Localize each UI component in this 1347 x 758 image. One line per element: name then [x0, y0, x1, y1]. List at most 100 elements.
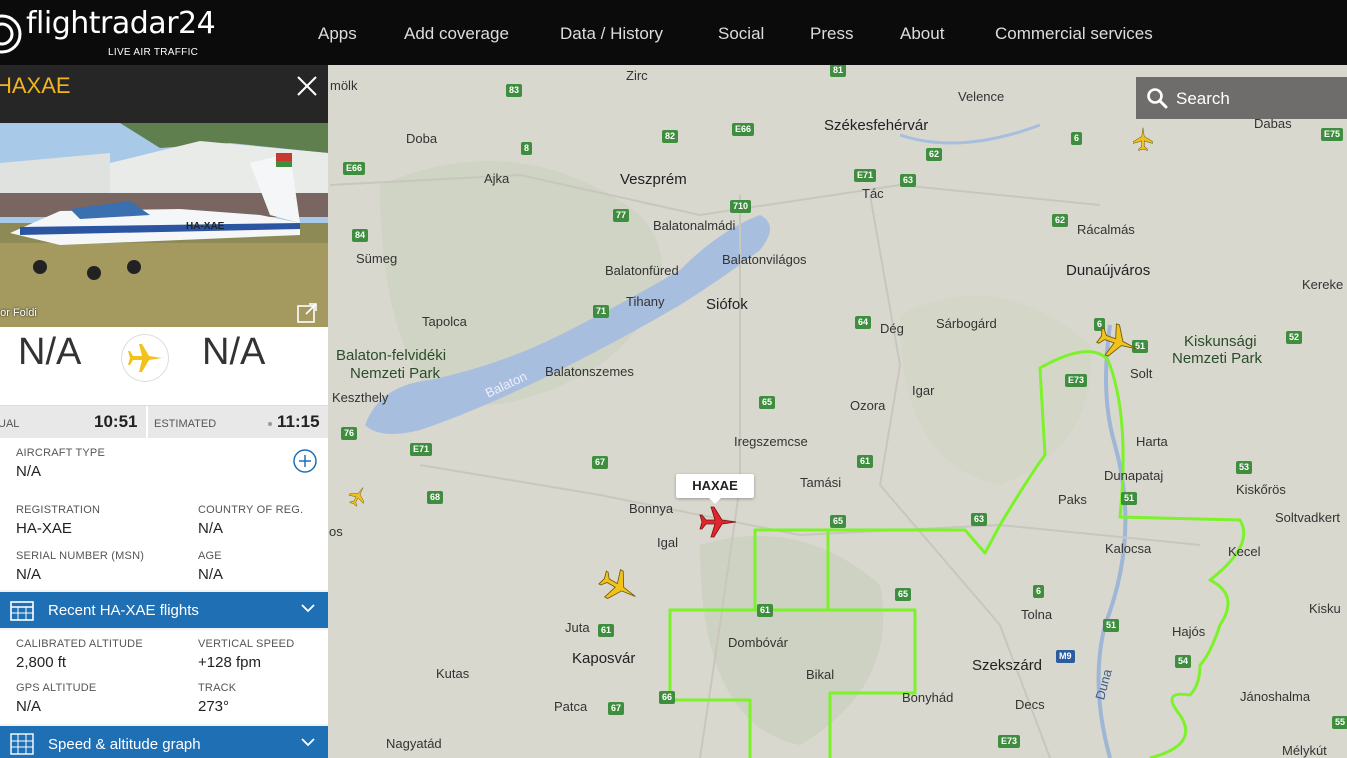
road-shield: 67 — [592, 456, 609, 469]
calibrated-altitude-label: CALIBRATED ALTITUDE — [16, 638, 143, 650]
town-label: Rácalmás — [1077, 222, 1135, 237]
aircraft-icon[interactable] — [347, 485, 369, 507]
town-label: Siófok — [706, 296, 748, 313]
road-shield: E66 — [732, 123, 755, 136]
aircraft-photo[interactable]: HA-XAE — [0, 123, 328, 327]
park-label: Nemzeti Park — [350, 365, 441, 382]
expand-photo-icon[interactable] — [296, 302, 318, 324]
town-label: Tác — [862, 186, 884, 201]
town-label: Sárbogárd — [936, 316, 997, 331]
town-label: Hajós — [1172, 624, 1206, 639]
road-shield: 82 — [662, 130, 679, 143]
town-label: Mélykút — [1282, 743, 1327, 758]
road-shield: 84 — [352, 229, 369, 242]
road-shield: 68 — [427, 491, 444, 504]
brand-name: flightradar24 — [26, 6, 216, 41]
road-shield: 67 — [608, 702, 625, 715]
aircraft-type-label: AIRCRAFT TYPE — [16, 447, 105, 459]
registration-value: HA-XAE — [16, 520, 72, 537]
town-label: Kecel — [1228, 544, 1261, 559]
town-label: Bikal — [806, 667, 835, 682]
road-shield: 65 — [759, 396, 776, 409]
aircraft-type-value: N/A — [16, 463, 42, 480]
town-label: Balatonvilágos — [722, 252, 807, 267]
town-label: Kalocsa — [1105, 541, 1152, 556]
calendar-icon — [10, 601, 34, 621]
nav-social[interactable]: Social — [718, 24, 764, 44]
nav-data-history[interactable]: Data / History — [560, 24, 663, 44]
road-shield: 65 — [895, 588, 912, 601]
town-label: Soltvadkert — [1275, 510, 1341, 525]
road-shield: 55 — [1332, 716, 1347, 729]
gps-altitude-value: N/A — [16, 698, 42, 715]
park-label: Balaton-felvidéki — [336, 347, 447, 364]
origin-airport[interactable]: N/A — [18, 331, 81, 374]
track-value: 273° — [198, 698, 230, 715]
town-label: Ajka — [484, 171, 510, 186]
road-shield: E71 — [854, 169, 877, 182]
actual-time-label: UAL — [0, 418, 20, 430]
estimated-time-label: ESTIMATED — [154, 418, 217, 430]
times-divider — [146, 406, 148, 438]
town-label: Tihany — [626, 294, 665, 309]
park-label: Nemzeti Park — [1172, 350, 1263, 367]
town-label: Bonnya — [629, 501, 674, 516]
selected-aircraft-icon[interactable] — [698, 503, 738, 541]
town-label: Dombóvár — [728, 635, 788, 650]
town-label: Balatonszemes — [545, 364, 634, 379]
town-label: Bonyhád — [902, 690, 954, 705]
road-shield: E73 — [998, 735, 1021, 748]
gps-altitude-label: GPS ALTITUDE — [16, 682, 97, 694]
nav-commercial-services[interactable]: Commercial services — [995, 24, 1153, 44]
recent-flights-label: Recent HA-XAE flights — [48, 602, 199, 619]
road-shield: M9 — [1056, 650, 1075, 663]
destination-airport[interactable]: N/A — [202, 331, 265, 374]
road-shield: 8 — [521, 142, 533, 155]
nav-add-coverage[interactable]: Add coverage — [404, 24, 509, 44]
search-button[interactable]: Search — [1136, 77, 1347, 119]
town-label: Nagyatád — [386, 736, 442, 751]
town-label: Ozora — [850, 398, 886, 413]
park-label: Kiskunsági — [1184, 333, 1257, 350]
town-label: Paks — [1058, 492, 1087, 507]
road-shield: 66 — [659, 691, 676, 704]
flightradar24-logo[interactable]: flightradar24 LIVE AIR TRAFFIC — [0, 4, 216, 60]
road-shield: 710 — [730, 200, 752, 213]
road-shield: E71 — [410, 443, 433, 456]
road-shield: 81 — [830, 65, 847, 77]
road-shield: 83 — [506, 84, 523, 97]
town-label: Igar — [912, 383, 935, 398]
search-label: Search — [1176, 89, 1230, 108]
town-label: Keszthely — [332, 390, 389, 405]
road-shield: 61 — [598, 624, 615, 637]
speed-altitude-graph-toggle[interactable]: Speed & altitude graph — [0, 726, 328, 758]
nav-apps[interactable]: Apps — [318, 24, 357, 44]
town-label: Patca — [554, 699, 588, 714]
town-label: Zirc — [626, 68, 648, 83]
town-label: Veszprém — [620, 171, 687, 188]
nav-press[interactable]: Press — [810, 24, 853, 44]
aircraft-icon[interactable] — [1130, 127, 1156, 151]
selected-flight-callsign-tag[interactable]: HAXAE — [676, 474, 754, 504]
photo-registration-marking: HA-XAE — [186, 221, 225, 232]
road-shield: 6 — [1033, 585, 1045, 598]
aircraft-icon[interactable] — [1096, 321, 1140, 363]
estimated-time: 11:15 — [277, 412, 320, 431]
add-circle-icon[interactable] — [292, 448, 318, 474]
flight-details-panel: HAXAE HA-XAE bor Foldi — [0, 65, 328, 758]
track-label: TRACK — [198, 682, 237, 694]
road-shield: 51 — [1103, 619, 1120, 632]
aircraft-icon[interactable] — [598, 567, 640, 607]
road-shield: E73 — [1065, 374, 1088, 387]
town-label: Velence — [958, 89, 1005, 104]
town-label: Kereke — [1302, 277, 1344, 292]
road-shield: 61 — [757, 604, 774, 617]
town-label: Dunapataj — [1104, 468, 1164, 483]
radar-logo-icon — [0, 14, 22, 54]
town-label: Sümeg — [356, 251, 398, 266]
recent-flights-toggle[interactable]: Recent HA-XAE flights — [0, 592, 328, 628]
town-label: Harta — [1136, 434, 1168, 449]
nav-about[interactable]: About — [900, 24, 944, 44]
close-icon[interactable] — [294, 73, 320, 99]
chevron-down-icon — [301, 604, 315, 613]
